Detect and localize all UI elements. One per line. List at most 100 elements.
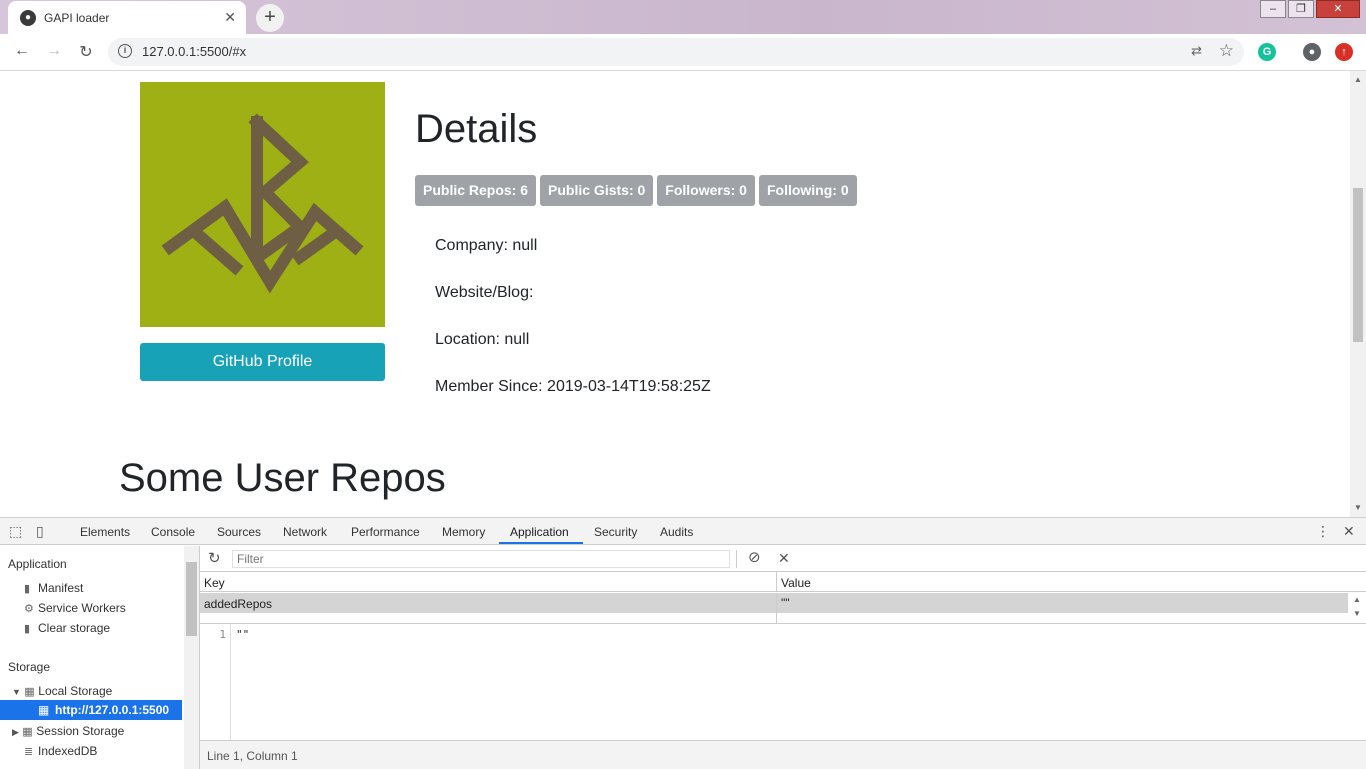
reload-icon[interactable]: ↻ [76, 42, 96, 62]
tab-close-icon[interactable]: ✕ [224, 9, 236, 26]
member-since-text: Member Since: 2019-03-14T19:58:25Z [435, 378, 711, 395]
sidebar-item-local-storage[interactable]: ▼ ▦ Local Storage [12, 684, 112, 698]
tab-security[interactable]: Security [594, 525, 637, 539]
editor-status-bar: Line 1, Column 1 [200, 740, 1366, 769]
storage-toolbar: ↻ ⊘ ✕ [200, 546, 1366, 572]
page-scrollbar[interactable]: ▲ ▼ [1350, 71, 1366, 517]
sidebar-item-service-workers[interactable]: ⚙ Service Workers [24, 601, 126, 615]
key-column-header[interactable]: Key [204, 576, 225, 590]
delete-selected-icon[interactable]: ✕ [778, 550, 790, 567]
close-devtools-icon[interactable]: ✕ [1343, 523, 1355, 540]
table-header: Key Value [200, 572, 1366, 592]
tab-application[interactable]: Application [510, 525, 569, 539]
repos-heading: Some User Repos [119, 456, 446, 500]
tab-elements[interactable]: Elements [80, 525, 130, 539]
value-preview-text[interactable]: "" [236, 628, 249, 641]
sidebar-item-local-origin[interactable]: ▦ http://127.0.0.1:5500 [0, 700, 182, 720]
value-preview-editor[interactable]: 1 "" [200, 623, 1366, 741]
cursor-position-text: Line 1, Column 1 [207, 749, 298, 763]
forward-arrow-icon[interactable]: → [44, 42, 64, 60]
update-icon[interactable]: ↑ [1335, 43, 1353, 61]
column-divider [776, 593, 777, 623]
more-options-icon[interactable]: ⋮ [1316, 523, 1330, 540]
application-sidebar: Application ▮ Manifest ⚙ Service Workers ▮… [0, 546, 200, 769]
back-arrow-icon[interactable]: ← [12, 42, 32, 60]
row-value[interactable]: "" [781, 596, 790, 610]
close-window-button[interactable]: ✕ [1316, 0, 1360, 18]
github-profile-button[interactable]: GitHub Profile [140, 343, 385, 381]
scroll-up-arrow-icon[interactable]: ▲ [1353, 595, 1361, 604]
sidebar-label: http://127.0.0.1:5500 [55, 703, 170, 717]
bookmark-star-icon[interactable]: ☆ [1219, 41, 1234, 61]
public-gists-badge: Public Gists: 0 [540, 175, 654, 206]
avatar-logo-icon [161, 113, 364, 294]
profile-avatar-icon[interactable]: ● [1303, 43, 1321, 61]
devtools-panel: ⬚ ▯ Elements Console Sources Network Per… [0, 517, 1366, 769]
toolbar-divider [736, 550, 737, 568]
window-controls: – ❐ ✕ [1258, 0, 1360, 20]
tab-title: GAPI loader [44, 11, 110, 25]
sidebar-item-session-storage[interactable]: ▶ ▦ Session Storage [12, 724, 124, 738]
sidebar-scrollbar-thumb[interactable] [186, 562, 197, 636]
line-number-gutter: 1 [200, 624, 231, 741]
column-divider [776, 572, 777, 592]
sidebar-label: Local Storage [38, 684, 113, 698]
tab-console[interactable]: Console [151, 525, 195, 539]
sidebar-label: Service Workers [38, 601, 126, 615]
github-favicon-icon: ● [20, 10, 36, 26]
collapsed-triangle-icon[interactable]: ▶ [12, 727, 19, 737]
maximize-button[interactable]: ❐ [1288, 0, 1314, 18]
sidebar-label: IndexedDB [38, 744, 98, 758]
filter-input[interactable] [232, 550, 730, 568]
website-text: Website/Blog: [435, 284, 534, 301]
expand-triangle-icon[interactable]: ▼ [12, 687, 21, 697]
devtools-tab-bar: ⬚ ▯ Elements Console Sources Network Per… [0, 518, 1366, 545]
sidebar-item-manifest[interactable]: ▮ Manifest [24, 581, 83, 595]
storage-view: ↻ ⊘ ✕ Key Value addedRepos "" ▲ ▼ 1 "" L… [200, 546, 1366, 769]
translate-icon[interactable]: ⇄ [1191, 43, 1202, 59]
tab-audits[interactable]: Audits [660, 525, 693, 539]
site-info-icon[interactable]: i [118, 44, 132, 58]
address-bar[interactable]: i 127.0.0.1:5500/#x ⇄ ☆ [108, 38, 1244, 66]
scrollbar-thumb[interactable] [1353, 188, 1363, 342]
inspect-element-icon[interactable]: ⬚ [9, 523, 22, 540]
storage-section-header: Storage [8, 660, 51, 674]
grammarly-extension-icon[interactable]: G [1258, 43, 1276, 61]
browser-toolbar: ← → ↻ i 127.0.0.1:5500/#x ⇄ ☆ G ● ↑ [0, 34, 1366, 71]
tab-network[interactable]: Network [283, 525, 327, 539]
new-tab-button[interactable]: + [256, 4, 284, 32]
followers-badge: Followers: 0 [657, 175, 755, 206]
page-viewport: GitHub Profile Details Public Repos: 6 P… [0, 71, 1366, 517]
sidebar-scrollbar[interactable] [184, 546, 199, 769]
gear-icon: ⚙ [24, 603, 34, 615]
browser-tab-strip: ● GAPI loader ✕ + – ❐ ✕ [0, 0, 1366, 34]
scroll-down-arrow-icon[interactable]: ▼ [1353, 609, 1361, 618]
sidebar-item-indexeddb[interactable]: ≣ IndexedDB [24, 744, 97, 758]
scroll-down-arrow-icon[interactable]: ▼ [1354, 503, 1362, 512]
value-column-header[interactable]: Value [781, 576, 811, 590]
active-tab-indicator [499, 542, 583, 544]
stats-badges: Public Repos: 6 Public Gists: 0 Follower… [415, 175, 861, 206]
tab-sources[interactable]: Sources [217, 525, 261, 539]
sidebar-label: Clear storage [38, 621, 111, 635]
grid-icon: ▦ [22, 726, 33, 738]
company-text: Company: null [435, 237, 538, 254]
grid-icon: ▦ [24, 686, 35, 698]
browser-tab[interactable]: ● GAPI loader ✕ [8, 1, 246, 34]
clear-all-icon[interactable]: ⊘ [748, 548, 761, 566]
tab-performance[interactable]: Performance [351, 525, 420, 539]
grid-icon: ▦ [38, 703, 50, 717]
database-icon: ≣ [24, 746, 34, 758]
device-toolbar-icon[interactable]: ▯ [36, 523, 44, 540]
table-row[interactable]: addedRepos "" [200, 593, 1348, 623]
public-repos-badge: Public Repos: 6 [415, 175, 537, 206]
document-icon: ▮ [24, 583, 31, 595]
url-text[interactable]: 127.0.0.1:5500/#x [142, 44, 246, 59]
row-key[interactable]: addedRepos [204, 597, 272, 611]
table-scrollbar[interactable]: ▲ ▼ [1348, 593, 1366, 623]
sidebar-item-clear-storage[interactable]: ▮ Clear storage [24, 621, 110, 635]
refresh-icon[interactable]: ↻ [208, 549, 221, 567]
tab-memory[interactable]: Memory [442, 525, 485, 539]
minimize-button[interactable]: – [1260, 0, 1286, 18]
scroll-up-arrow-icon[interactable]: ▲ [1354, 75, 1362, 84]
